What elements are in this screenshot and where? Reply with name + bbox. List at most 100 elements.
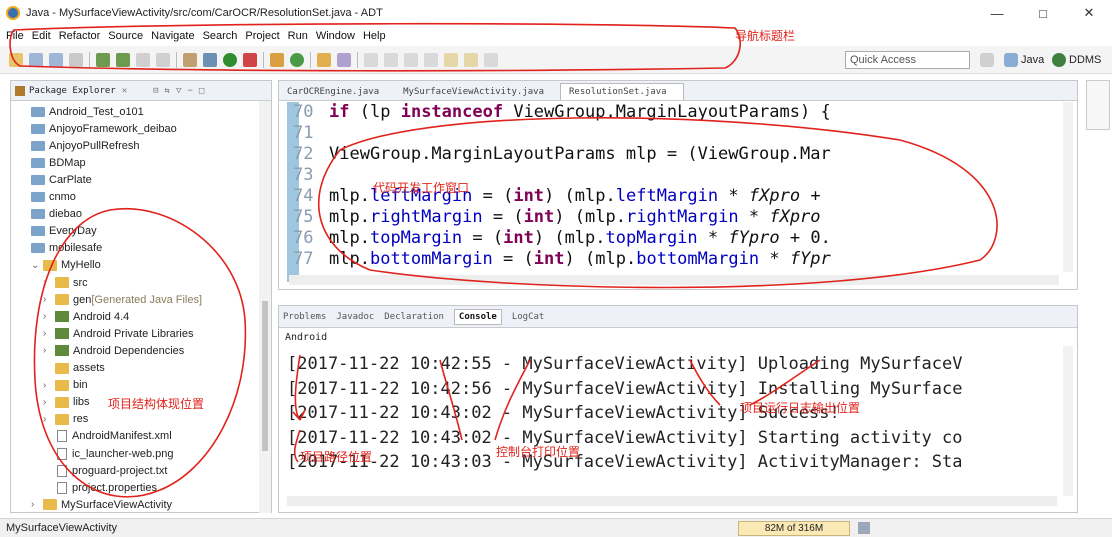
menu-window[interactable]: Window [316, 30, 355, 42]
expand-arrow-icon[interactable]: › [31, 499, 41, 510]
run-icon[interactable] [223, 52, 237, 67]
package-explorer-tab[interactable]: Package Explorer ✕ ⊟ ⇆ ▽ − □ [11, 81, 271, 101]
tree-item[interactable]: mobilesafe [31, 240, 102, 257]
expand-arrow-icon[interactable]: › [43, 328, 53, 339]
expand-arrow-icon[interactable]: › [43, 397, 53, 408]
menu-source[interactable]: Source [108, 30, 143, 42]
tree-item[interactable]: › gen [Generated Java Files] [43, 291, 202, 308]
tree-item[interactable]: CarPlate [31, 171, 92, 188]
avd-manager-icon[interactable] [116, 52, 130, 67]
tree-item[interactable]: › src [43, 274, 88, 291]
tree-item[interactable]: project.properties [43, 479, 157, 496]
menu-refactor[interactable]: Refactor [59, 30, 101, 42]
new-icon[interactable] [9, 52, 23, 67]
debug-icon[interactable] [203, 52, 217, 67]
lint-icon[interactable] [136, 52, 150, 67]
new-package-icon[interactable] [270, 52, 284, 67]
expand-arrow-icon[interactable]: › [43, 380, 53, 391]
tree-item[interactable]: ic_launcher-web.png [43, 445, 174, 462]
tab-console[interactable]: Console [453, 308, 502, 325]
menu-search[interactable]: Search [203, 30, 238, 42]
code-line[interactable]: 70 if (lp instanceof ViewGroup.MarginLay… [279, 102, 1059, 123]
checkbox-icon[interactable] [156, 52, 170, 67]
menu-file[interactable]: File [6, 30, 24, 42]
expand-arrow-icon[interactable]: › [43, 414, 53, 425]
tree-item[interactable]: › MySurfaceViewActivity [31, 496, 172, 513]
save-all-icon[interactable] [49, 52, 63, 67]
back-icon[interactable] [444, 52, 458, 67]
gc-icon[interactable] [858, 522, 870, 534]
editor-horizontal-scrollbar[interactable] [289, 275, 1059, 285]
tree-item[interactable]: › Android Private Libraries [43, 325, 193, 342]
forward-icon[interactable] [464, 52, 478, 67]
tree-item[interactable]: assets [43, 360, 105, 377]
tree-item[interactable]: AnjoyoPullRefresh [31, 137, 140, 154]
tree-item[interactable]: diebao [31, 206, 82, 223]
toggle-mark-icon[interactable] [384, 52, 398, 67]
close-button[interactable]: ✕ [1066, 0, 1112, 26]
console-vertical-scrollbar[interactable] [1063, 346, 1073, 496]
menu-navigate[interactable]: Navigate [151, 30, 194, 42]
prev-annotation-icon[interactable] [424, 52, 438, 67]
collapse-all-icon[interactable]: ⊟ [153, 86, 158, 96]
tree-item[interactable]: › bin [43, 377, 88, 394]
view-menu-icon[interactable]: ▽ [176, 86, 181, 96]
tree-item[interactable]: EveryDay [31, 223, 97, 240]
editor-vertical-scrollbar[interactable] [1063, 102, 1073, 272]
open-perspective-button[interactable] [980, 50, 997, 70]
code-line[interactable]: 77 mlp.bottomMargin = (int) (mlp.bottomM… [279, 249, 1059, 270]
open-type-icon[interactable] [317, 52, 331, 67]
collapse-arrow-icon[interactable]: ⌄ [31, 260, 41, 271]
tree-item[interactable]: ⌄ MyHello [31, 257, 101, 274]
tree-item[interactable]: › res [43, 411, 88, 428]
menu-run[interactable]: Run [288, 30, 308, 42]
save-icon[interactable] [29, 52, 43, 67]
perspective-java[interactable]: Java [1004, 50, 1044, 70]
expand-arrow-icon[interactable]: › [43, 311, 53, 322]
annotation-icon[interactable] [364, 52, 378, 67]
code-line[interactable]: 75 mlp.rightMargin = (int) (mlp.rightMar… [279, 207, 1059, 228]
package-explorer-scrollbar[interactable] [259, 101, 271, 513]
tree-item[interactable]: proguard-project.txt [43, 462, 167, 479]
tab-caroc-engine[interactable]: CarOCREngine.java [279, 87, 395, 100]
new-class-icon[interactable] [290, 52, 304, 67]
tree-item[interactable]: › libs [43, 394, 90, 411]
tree-item[interactable]: › Android 4.4 [43, 308, 129, 325]
code-line[interactable]: 71 [279, 123, 1059, 144]
scrollbar-thumb[interactable] [262, 301, 268, 451]
console-horizontal-scrollbar[interactable] [287, 496, 1057, 506]
android-sdk-icon[interactable] [96, 52, 110, 67]
code-line[interactable]: 72 ViewGroup.MarginLayoutParams mlp = (V… [279, 144, 1059, 165]
pin-icon[interactable] [484, 52, 498, 67]
search-icon[interactable] [337, 52, 351, 67]
tab-javadoc[interactable]: Javadoc [336, 312, 374, 322]
print-icon[interactable] [69, 52, 83, 67]
maximize-view-icon[interactable]: □ [199, 86, 204, 96]
menu-edit[interactable]: Edit [32, 30, 51, 42]
link-editor-icon[interactable]: ⇆ [165, 86, 170, 96]
expand-arrow-icon[interactable]: › [43, 294, 53, 305]
menu-help[interactable]: Help [363, 30, 386, 42]
expand-arrow-icon[interactable]: › [43, 277, 53, 288]
right-trim-stack[interactable] [1086, 80, 1110, 130]
tree-item[interactable]: › Android Dependencies [43, 342, 184, 359]
next-annotation-icon[interactable] [404, 52, 418, 67]
quick-access-input[interactable]: Quick Access [845, 51, 970, 69]
perspective-ddms[interactable]: DDMS [1052, 50, 1101, 70]
tree-item[interactable]: cnmo [31, 189, 76, 206]
external-tools-icon[interactable] [243, 52, 257, 67]
tab-declaration[interactable]: Declaration [384, 312, 444, 322]
tab-logcat[interactable]: LogCat [512, 312, 545, 322]
close-tab-icon[interactable]: ✕ [122, 86, 127, 96]
heap-status[interactable]: 82M of 316M [738, 521, 850, 536]
code-line[interactable]: 76 mlp.topMargin = (int) (mlp.topMargin … [279, 228, 1059, 249]
skip-breakpoints-icon[interactable] [183, 52, 197, 67]
tree-item[interactable]: AnjoyoFramework_deibao [31, 120, 177, 137]
tab-problems[interactable]: Problems [283, 312, 326, 322]
tree-item[interactable]: Android_Test_o101 [31, 103, 144, 120]
tab-resolutionset[interactable]: ResolutionSet.java [560, 83, 684, 100]
minimize-button[interactable]: — [974, 0, 1020, 26]
tree-item[interactable]: BDMap [31, 154, 86, 171]
maximize-button[interactable]: □ [1020, 0, 1066, 26]
menu-project[interactable]: Project [245, 30, 279, 42]
